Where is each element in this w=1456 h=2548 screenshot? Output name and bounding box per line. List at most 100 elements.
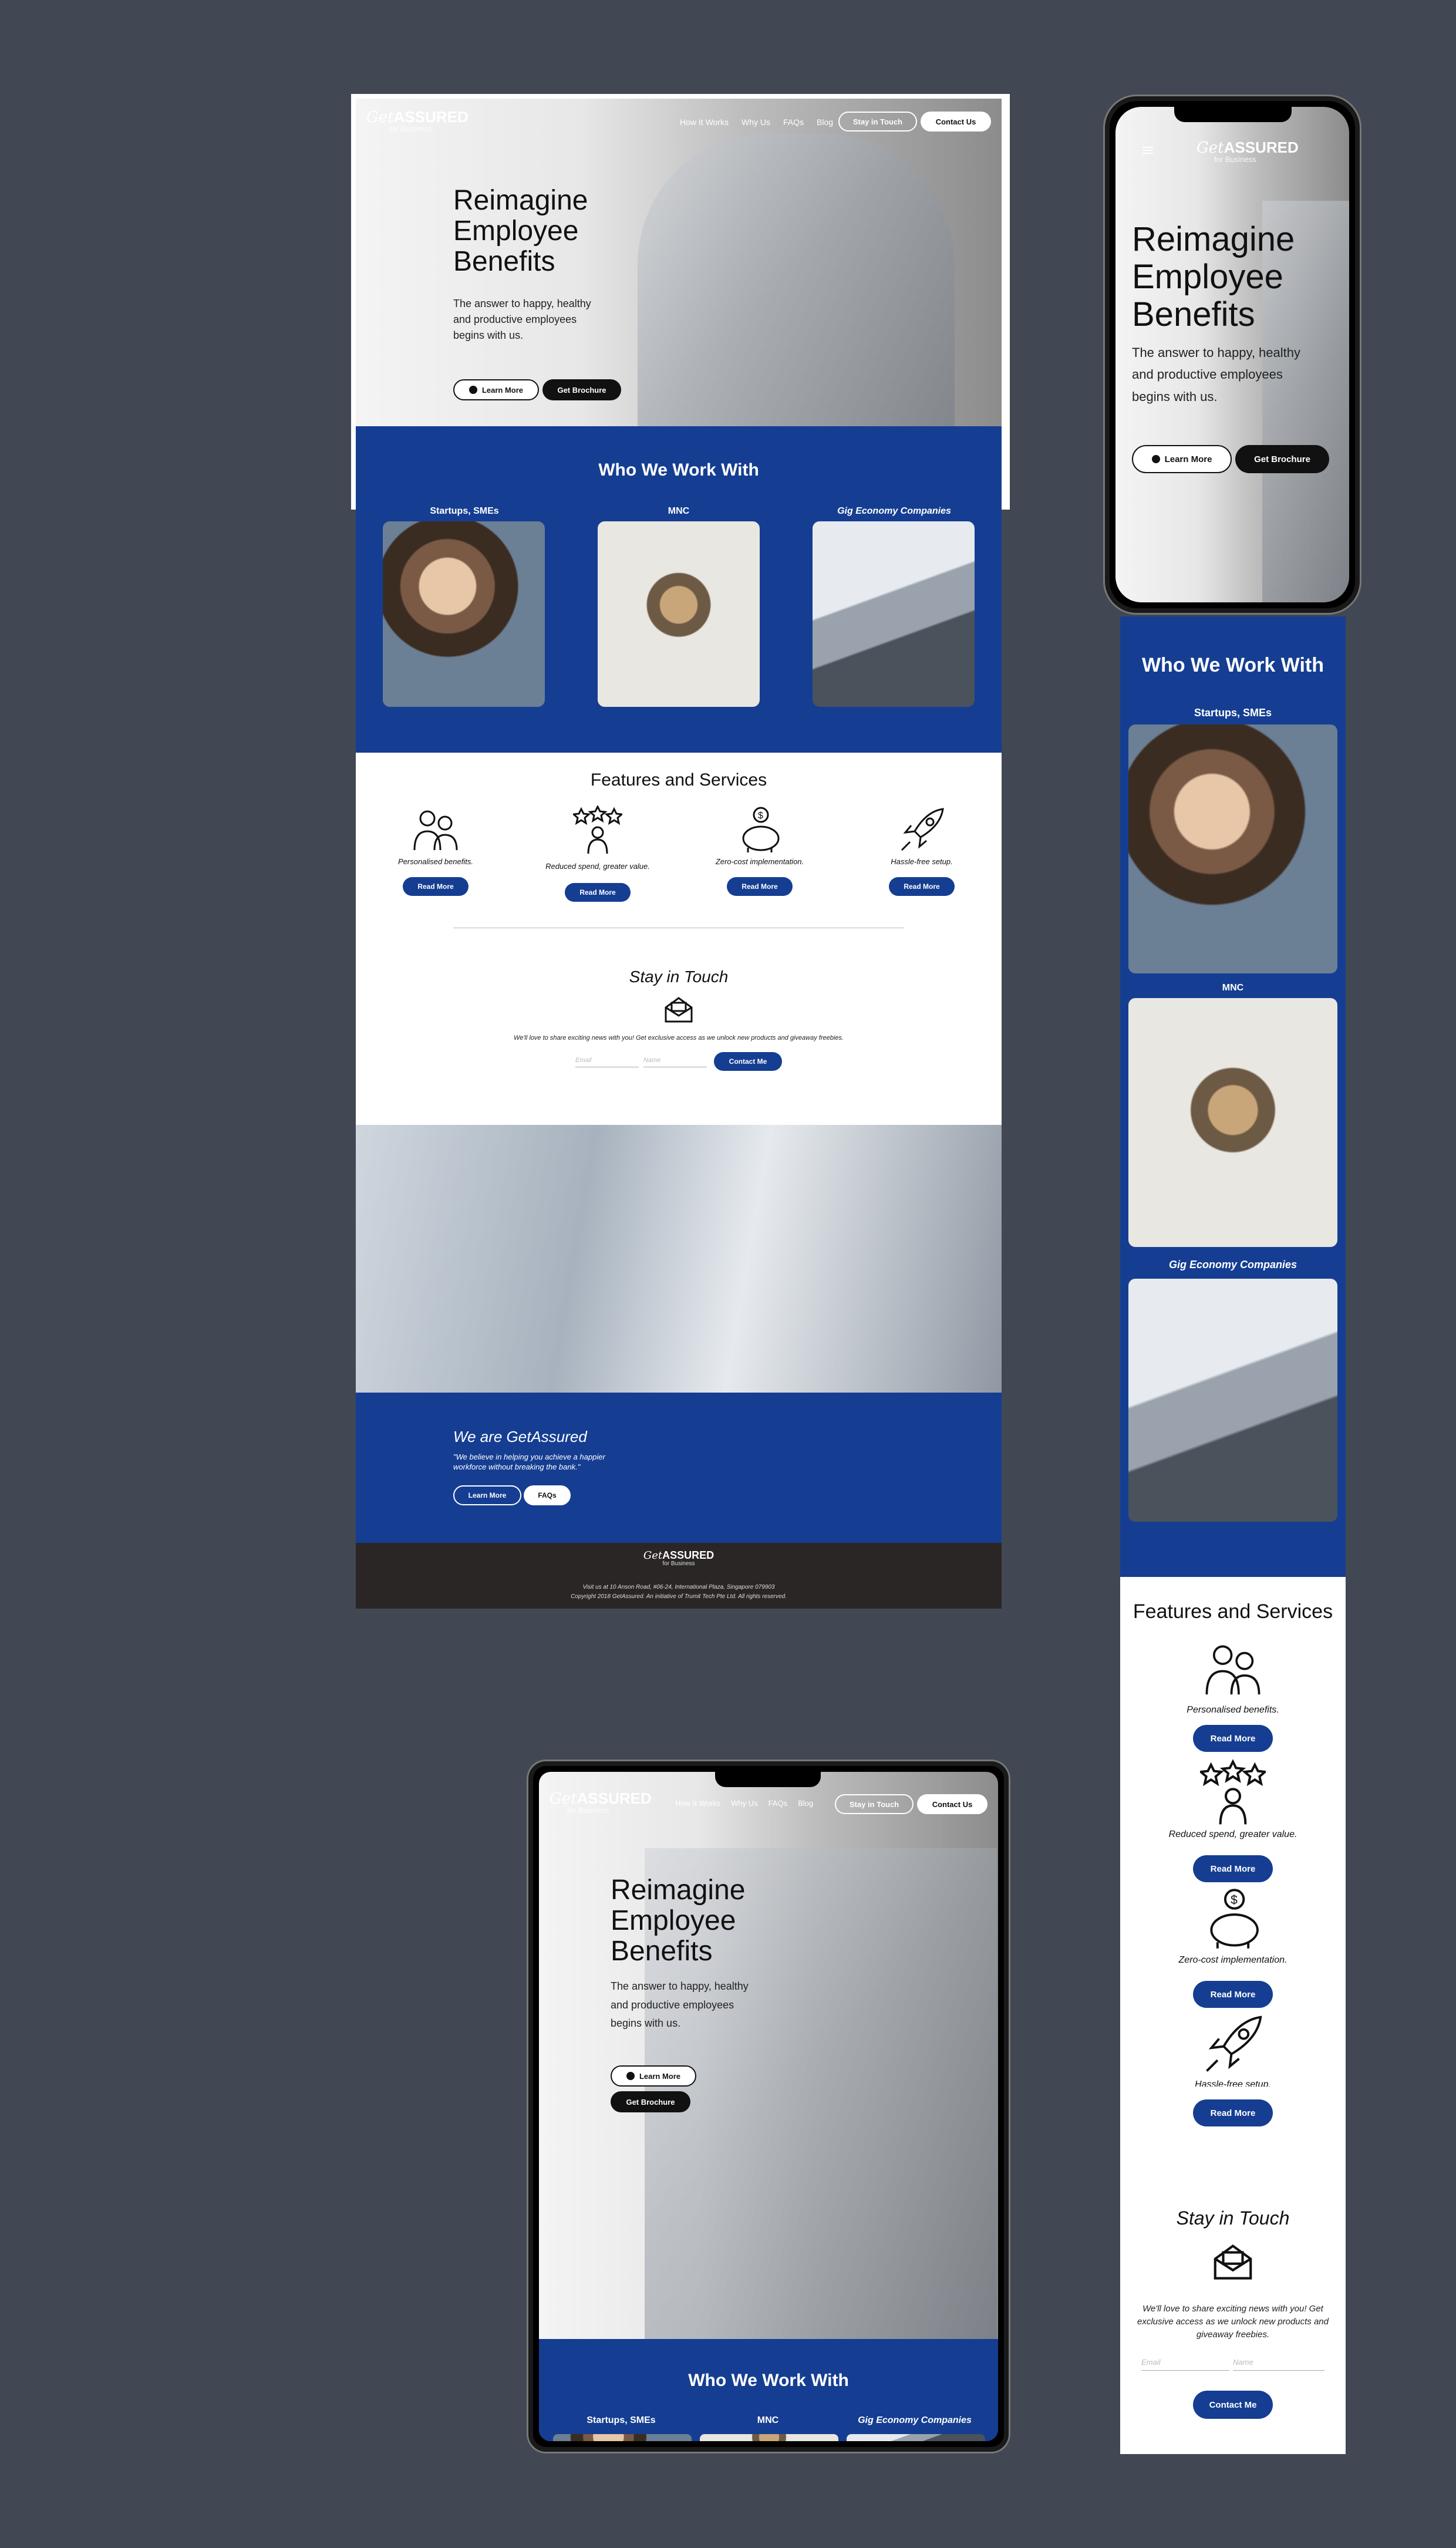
about-faqs-button[interactable]: FAQs [524, 1485, 571, 1505]
tablet-nav-how-it-works[interactable]: How It Works [675, 1799, 720, 1808]
play-icon [626, 2072, 635, 2080]
read-more-button-3[interactable]: Read More [727, 877, 793, 896]
desktop-email-input[interactable]: Email [575, 1053, 639, 1067]
play-icon [1151, 455, 1160, 463]
mobile-read-more-button-1[interactable]: Read More [1193, 1725, 1273, 1752]
mobile-piggy-bank-icon: $ [1210, 1889, 1259, 1949]
desktop-learn-button[interactable]: Learn More [453, 379, 539, 400]
desktop-features-section: Features and Services $ Personalised ben… [356, 753, 1002, 1126]
footer-logo: GetASSURED for Business [643, 1549, 714, 1567]
family-icon [413, 810, 458, 851]
startups-photo[interactable] [383, 521, 545, 707]
read-more-button-2[interactable]: Read More [565, 883, 631, 902]
nav-how-it-works[interactable]: How It Works [680, 117, 729, 127]
gig-photo[interactable] [813, 521, 975, 707]
mobile-features-title: Features and Services [1133, 1600, 1333, 1623]
phone-hero-title: Reimagine Employee Benefits [1132, 220, 1295, 333]
phone-mockup: GetASSURED for Business Reimagine Employ… [1105, 96, 1360, 613]
mobile-envelope-icon [1214, 2244, 1252, 2280]
desktop-brochure-button[interactable]: Get Brochure [542, 379, 621, 400]
tablet-startups-photo-edge [553, 2434, 692, 2441]
play-icon [469, 386, 477, 394]
handshake-photo [356, 1125, 1002, 1393]
tablet-cat-gig: Gig Economy Companies [858, 2415, 972, 2425]
phone-learn-button[interactable]: Learn More [1132, 445, 1232, 473]
phone-screen: GetASSURED for Business Reimagine Employ… [1115, 107, 1349, 602]
desktop-name-input[interactable]: Name [643, 1053, 707, 1067]
envelope-icon [665, 997, 693, 1023]
mobile-startups-photo[interactable] [1128, 724, 1337, 973]
desktop-stay-text: We'll love to share exciting news with y… [514, 1034, 844, 1042]
tablet-stay-button[interactable]: Stay in Touch [835, 1794, 914, 1814]
mobile-contact-me-button[interactable]: Contact Me [1193, 2391, 1273, 2419]
rocket-icon [901, 808, 944, 851]
tablet-nav-faqs[interactable]: FAQs [769, 1799, 788, 1808]
mobile-features-section: Features and Services Personalised benef… [1120, 1577, 1346, 2454]
tablet-learn-button[interactable]: Learn More [611, 2065, 696, 2087]
about-learn-button[interactable]: Learn More [453, 1485, 521, 1505]
mobile-gig-photo[interactable] [1128, 1279, 1337, 1522]
hamburger-icon[interactable] [1142, 147, 1153, 154]
feature-caption-2: Reduced spend, greater value. [545, 862, 650, 871]
stars-person-icon [573, 805, 622, 854]
mobile-email-input[interactable]: Email [1141, 2352, 1229, 2371]
desktop-who-title: Who We Work With [598, 460, 759, 480]
mobile-mnc-photo[interactable] [1128, 998, 1337, 1247]
mobile-read-more-button-2[interactable]: Read More [1193, 1855, 1273, 1882]
footer-copyright: Copyright 2018 GetAssured. An initiative… [571, 1593, 787, 1600]
phone-brochure-button[interactable]: Get Brochure [1235, 445, 1329, 473]
tablet-nav: How It Works Why Us FAQs Blog [675, 1799, 824, 1808]
mobile-read-more-button-3[interactable]: Read More [1193, 1981, 1273, 2008]
mobile-rocket-icon [1206, 2016, 1262, 2072]
feature-caption-4: Hassle-free setup. [891, 857, 953, 866]
desktop-hero-text: The answer to happy, healthy and product… [453, 298, 591, 341]
tablet-who-section: Who We Work With Startups, SMEs MNC Gig … [539, 2339, 998, 2441]
mobile-family-icon [1205, 1645, 1260, 1695]
about-quote: "We believe in helping you achieve a hap… [453, 1452, 605, 1471]
tablet-nav-blog[interactable]: Blog [798, 1799, 813, 1808]
tablet-gig-photo-edge [847, 2434, 985, 2441]
tablet-mnc-photo-edge [700, 2434, 838, 2441]
tablet-screen: GetASSURED for Business How It Works Why… [539, 1772, 998, 2441]
nav-faqs[interactable]: FAQs [783, 117, 804, 127]
desktop-nav: How It Works Why Us FAQs Blog [680, 117, 846, 127]
desktop-stay-button[interactable]: Stay in Touch [838, 112, 917, 132]
desktop-cat-gig: Gig Economy Companies [837, 506, 951, 516]
desktop-who-section: Who We Work With Startups, SMEs MNC Gig … [356, 426, 1002, 753]
tablet-contact-button[interactable]: Contact Us [917, 1794, 987, 1814]
mobile-feature-caption-2: Reduced spend, greater value. [1168, 1829, 1297, 1839]
mobile-who-section: Who We Work With Startups, SMEs MNC Gig … [1120, 616, 1346, 1577]
read-more-button-1[interactable]: Read More [403, 877, 469, 896]
tablet-hero-title: Reimagine Employee Benefits [611, 1875, 746, 1967]
tablet-brochure-button[interactable]: Get Brochure [611, 2091, 690, 2112]
nav-blog[interactable]: Blog [817, 117, 833, 127]
mobile-stay-text: We'll love to share exciting news with y… [1137, 2304, 1329, 2340]
desktop-contact-button[interactable]: Contact Us [921, 112, 991, 132]
desktop-hero-title: Reimagine Employee Benefits [453, 185, 588, 277]
mobile-cat-mnc: MNC [1222, 983, 1244, 993]
mnc-photo[interactable] [598, 521, 760, 707]
desktop-cat-startups: Startups, SMEs [430, 506, 499, 516]
svg-text:$: $ [758, 811, 763, 821]
svg-text:$: $ [1231, 1893, 1238, 1907]
tablet-nav-why-us[interactable]: Why Us [731, 1799, 758, 1808]
mobile-read-more-button-4[interactable]: Read More [1193, 2099, 1273, 2126]
feature-caption-1: Personalised benefits. [398, 857, 473, 866]
piggy-bank-icon: $ [742, 807, 780, 852]
nav-why-us[interactable]: Why Us [742, 117, 770, 127]
tablet-who-title: Who We Work With [688, 2371, 849, 2390]
tablet-camera-notch [715, 1772, 821, 1787]
mobile-cat-gig: Gig Economy Companies [1168, 1259, 1297, 1270]
desktop-about-section: We are GetAssured "We believe in helping… [356, 1393, 1002, 1543]
phone-hero-text: The answer to happy, healthy and product… [1132, 345, 1300, 404]
footer-address: Visit us at 10 Anson Road, #06-24, Inter… [582, 1584, 775, 1590]
mobile-cat-startups: Startups, SMEs [1194, 707, 1272, 719]
tablet-logo: GetASSURED for Business [550, 1789, 652, 1815]
desktop-contact-me-button[interactable]: Contact Me [714, 1052, 782, 1071]
mobile-feature-caption-3: Zero-cost implementation. [1178, 1955, 1288, 1965]
mobile-name-input[interactable]: Name [1233, 2352, 1324, 2371]
desktop-features-title: Features and Services [590, 770, 767, 790]
read-more-button-4[interactable]: Read More [889, 877, 955, 896]
mobile-feature-caption-4: Hassle-free setup. [1195, 2079, 1271, 2087]
hero-women-photo [638, 134, 955, 463]
